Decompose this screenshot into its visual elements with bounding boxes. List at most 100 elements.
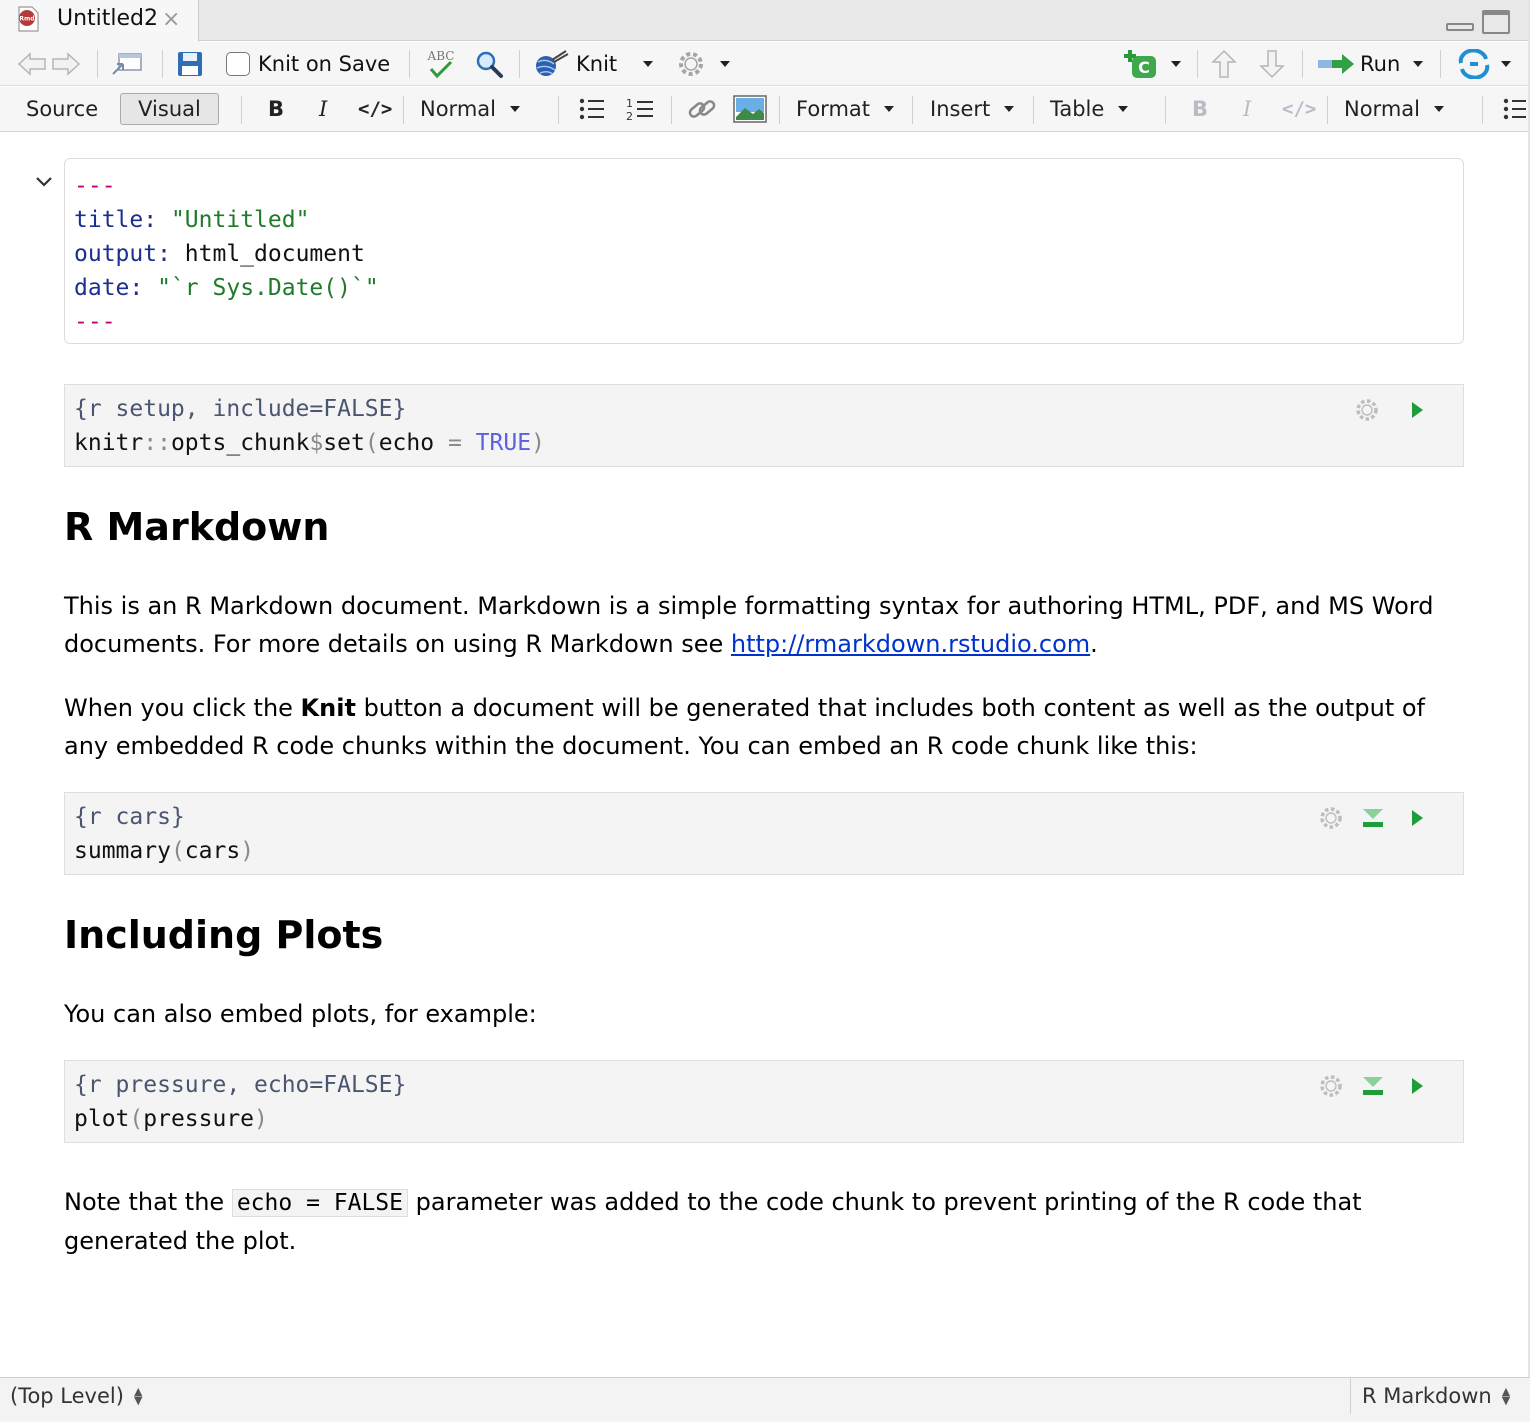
chevron-down-icon xyxy=(1118,106,1129,112)
options-dropdown[interactable] xyxy=(720,42,730,86)
image-icon xyxy=(733,95,767,123)
magnifier-icon xyxy=(476,51,503,78)
chunk-options-gear-icon[interactable] xyxy=(1318,805,1344,831)
yaml-title-line: title: "Untitled" xyxy=(74,203,1454,237)
find-replace-button[interactable] xyxy=(474,42,504,86)
forward-button[interactable] xyxy=(50,42,82,86)
chunk-options-gear-icon[interactable] xyxy=(1318,1073,1344,1099)
code-chunk-setup[interactable]: {r setup, include=FALSE} knitr::opts_chu… xyxy=(64,384,1464,467)
run-previous-chunks-icon[interactable] xyxy=(1360,1073,1386,1099)
italic-button-disabled[interactable]: I xyxy=(1243,87,1251,131)
toolbar-divider xyxy=(1165,96,1166,124)
maximize-pane-icon[interactable] xyxy=(1482,10,1510,34)
spellcheck-button[interactable]: ABC xyxy=(422,42,460,86)
italic-button[interactable]: I xyxy=(319,87,327,131)
table-menu[interactable]: Table xyxy=(1050,87,1129,131)
numbered-list-icon: 12 xyxy=(626,97,653,122)
bullet-list-button[interactable] xyxy=(578,87,606,131)
knit-dropdown[interactable] xyxy=(643,42,653,86)
yaml-dashes-close: --- xyxy=(74,309,116,335)
back-button[interactable] xyxy=(16,42,48,86)
bullet-list-button-2[interactable] xyxy=(1502,87,1528,131)
knit-on-save-checkbox[interactable] xyxy=(226,52,250,76)
yaml-title-key: title: xyxy=(74,207,158,233)
rmd-file-icon: Rmd xyxy=(18,6,39,32)
chevron-down-icon xyxy=(884,106,895,112)
visual-mode-button[interactable]: Visual xyxy=(120,93,219,125)
block-style-dropdown[interactable]: Normal xyxy=(420,87,520,131)
updown-icon: ▲ ▼ xyxy=(133,1385,143,1407)
block-style-label: Normal xyxy=(420,97,496,121)
table-label: Table xyxy=(1050,97,1105,121)
chunk-header: {r cars} xyxy=(74,804,185,830)
run-previous-chunks-icon[interactable] xyxy=(1360,805,1386,831)
toolbar-divider xyxy=(779,96,780,124)
code-chunk-cars[interactable]: {r cars} summary(cars) xyxy=(64,792,1464,875)
bold-button[interactable]: B xyxy=(268,87,284,131)
paragraph-plots: You can also embed plots, for example: xyxy=(64,1000,537,1028)
insert-menu[interactable]: Insert xyxy=(930,87,1015,131)
source-mode-button[interactable]: Source xyxy=(26,87,98,131)
document-options-button[interactable] xyxy=(676,42,706,86)
minimize-pane-icon[interactable] xyxy=(1446,23,1474,31)
run-arrow-icon xyxy=(1318,54,1354,74)
yaml-date-value: "`r Sys.Date()`" xyxy=(157,275,379,301)
scope-label: (Top Level) xyxy=(10,1384,124,1408)
chunk-code-line: summary(cars) xyxy=(74,838,255,864)
save-button[interactable] xyxy=(176,42,204,86)
collapse-chevron-icon[interactable] xyxy=(34,175,54,189)
code-chunk-pressure[interactable]: {r pressure, echo=FALSE} plot(pressure) xyxy=(64,1060,1464,1143)
knit-on-save-label: Knit on Save xyxy=(258,52,391,76)
rerun-dropdown[interactable] xyxy=(1501,42,1511,86)
chevron-down-icon xyxy=(1501,61,1511,67)
run-chunk-play-icon[interactable] xyxy=(1403,1073,1429,1099)
previous-chunk-button[interactable] xyxy=(1210,42,1238,86)
tab-untitled2[interactable]: Rmd Untitled2 × xyxy=(0,0,199,42)
chunk-options-gear-icon[interactable] xyxy=(1354,397,1380,423)
toolbar-divider xyxy=(97,50,98,78)
run-chunk-play-icon[interactable] xyxy=(1403,397,1429,423)
yaml-dashes-open: --- xyxy=(74,173,116,199)
insert-image-button[interactable] xyxy=(733,87,767,131)
editor-toolbar: Knit on Save ABC Knit C Run xyxy=(0,42,1530,86)
knit-yarn-icon xyxy=(536,50,569,76)
editor-scrollbar[interactable] xyxy=(1528,0,1530,1422)
svg-text:1: 1 xyxy=(626,97,633,110)
yaml-title-value: "Untitled" xyxy=(170,207,310,233)
run-button[interactable]: Run xyxy=(1316,42,1400,86)
run-dropdown[interactable] xyxy=(1413,42,1423,86)
file-type-selector[interactable]: R Markdown ▲ ▼ xyxy=(1362,1378,1510,1414)
scope-navigator[interactable]: (Top Level) ▲ ▼ xyxy=(10,1378,142,1414)
chunk-code-line: knitr::opts_chunk$set(echo = TRUE) xyxy=(74,430,545,456)
format-menu[interactable]: Format xyxy=(796,87,895,131)
bold-button-disabled[interactable]: B xyxy=(1192,87,1208,131)
forward-arrow-icon xyxy=(52,52,81,76)
rmarkdown-link[interactable]: http://rmarkdown.rstudio.com xyxy=(731,630,1090,658)
show-in-window-button[interactable] xyxy=(110,42,144,86)
block-style-dropdown-2[interactable]: Normal xyxy=(1344,87,1444,131)
insert-link-button[interactable] xyxy=(686,87,718,131)
code-button[interactable]: </> xyxy=(358,87,392,131)
toolbar-divider xyxy=(912,96,913,124)
run-chunk-play-icon[interactable] xyxy=(1403,805,1429,831)
toolbar-divider xyxy=(519,50,520,78)
insert-chunk-button[interactable]: C xyxy=(1122,42,1162,86)
yaml-header-block[interactable]: --- title: "Untitled" output: html_docum… xyxy=(64,158,1464,344)
yaml-output-key: output: xyxy=(74,241,171,267)
toolbar-divider xyxy=(558,96,559,124)
paragraph-echo-note: Note that the echo = FALSE parameter was… xyxy=(64,1188,1362,1255)
numbered-list-button[interactable]: 12 xyxy=(625,87,655,131)
chevron-down-icon xyxy=(1171,61,1181,67)
insert-chunk-dropdown[interactable] xyxy=(1171,42,1181,86)
chevron-down-icon xyxy=(509,106,520,112)
knit-on-save-toggle[interactable]: Knit on Save xyxy=(226,42,390,86)
rerun-button[interactable] xyxy=(1456,42,1492,86)
tab-close-icon[interactable]: × xyxy=(162,7,180,32)
file-type-label: R Markdown xyxy=(1362,1384,1492,1408)
chunk-header: {r setup, include=FALSE} xyxy=(74,396,407,422)
code-button-disabled[interactable]: </> xyxy=(1282,87,1316,131)
next-chunk-button[interactable] xyxy=(1258,42,1286,86)
save-disk-icon xyxy=(178,52,202,76)
toolbar-divider xyxy=(1327,96,1328,124)
knit-button[interactable]: Knit xyxy=(530,42,617,86)
